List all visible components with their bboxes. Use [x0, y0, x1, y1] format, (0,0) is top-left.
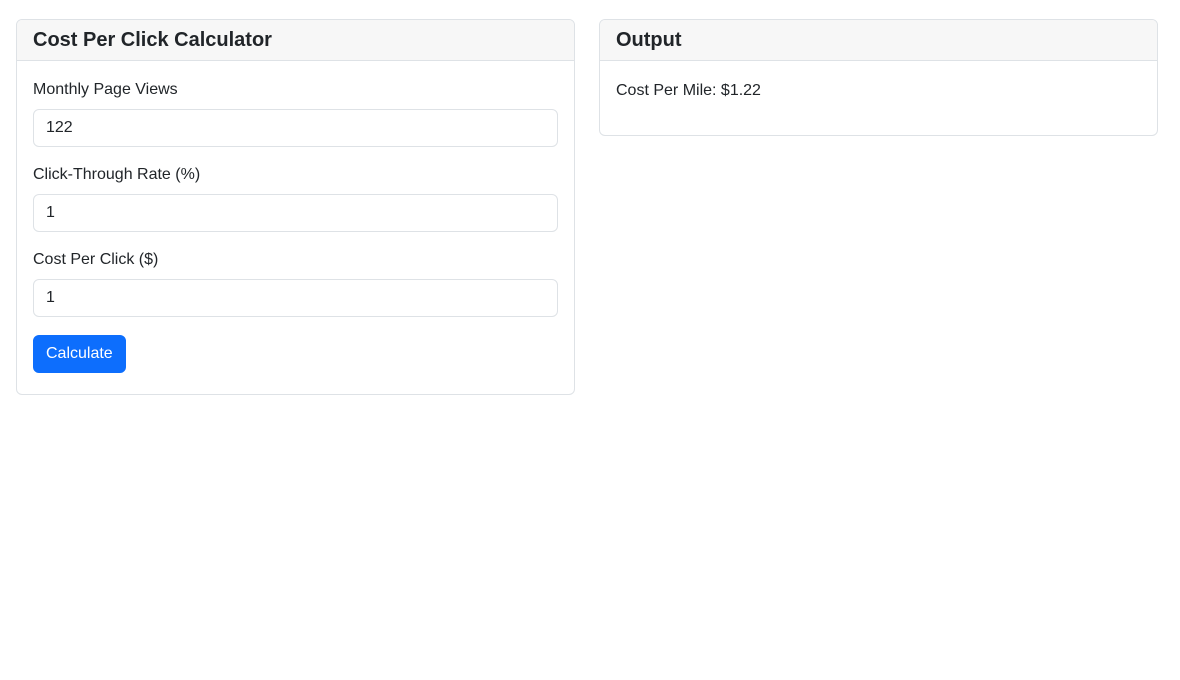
calculator-title: Cost Per Click Calculator — [33, 28, 272, 51]
output-body: Cost Per Mile: $1.22 — [600, 61, 1157, 101]
calculator-form: Monthly Page Views Click-Through Rate (%… — [17, 61, 574, 373]
output-card: Output Cost Per Mile: $1.22 — [599, 19, 1158, 136]
click-through-rate-label: Click-Through Rate (%) — [33, 166, 201, 183]
calculator-card-header: Cost Per Click Calculator — [17, 20, 574, 61]
calculate-button[interactable]: Calculate — [33, 335, 126, 373]
cost-per-click-input[interactable] — [33, 279, 558, 317]
click-through-rate-input[interactable] — [33, 194, 558, 232]
cost-per-click-label: Cost Per Click ($) — [33, 251, 159, 268]
calculator-card: Cost Per Click Calculator Monthly Page V… — [16, 19, 575, 395]
monthly-page-views-input[interactable] — [33, 109, 558, 147]
output-card-header: Output — [600, 20, 1157, 61]
cost-per-mile-result: Cost Per Mile: $1.22 — [616, 82, 761, 99]
monthly-page-views-label: Monthly Page Views — [33, 81, 178, 98]
output-title: Output — [616, 28, 682, 51]
